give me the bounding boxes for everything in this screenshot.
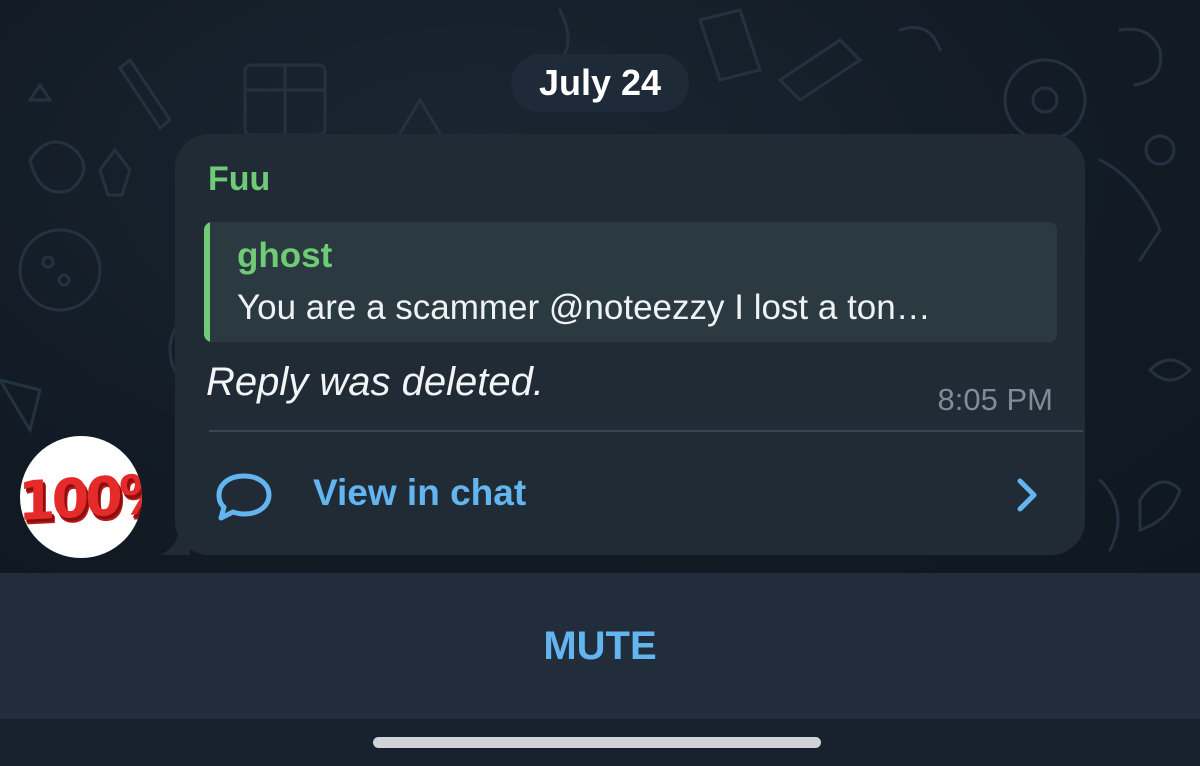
date-separator: July 24 bbox=[511, 54, 689, 112]
message-text: Reply was deleted. bbox=[206, 360, 544, 404]
chat-bubble-icon bbox=[216, 473, 272, 521]
mute-button[interactable]: MUTE bbox=[0, 573, 1200, 719]
home-indicator[interactable] bbox=[373, 737, 821, 748]
message-time: 8:05 PM bbox=[937, 382, 1053, 417]
chat-background: July 24 Fuu ghost You are a scammer @not… bbox=[0, 0, 1200, 573]
reply-quote[interactable]: ghost You are a scammer @noteezzy I lost… bbox=[204, 222, 1057, 342]
view-in-chat-label: View in chat bbox=[313, 472, 527, 513]
view-in-chat-button[interactable]: View in chat bbox=[175, 432, 1085, 555]
quote-author: ghost bbox=[237, 236, 333, 275]
chevron-right-icon bbox=[1017, 478, 1037, 512]
sender-name[interactable]: Fuu bbox=[208, 160, 270, 199]
system-nav-area bbox=[0, 719, 1200, 766]
channel-bottom-bar: MUTE bbox=[0, 573, 1200, 719]
quote-text: You are a scammer @noteezzy I lost a ton… bbox=[237, 288, 931, 327]
quote-accent-bar bbox=[204, 222, 210, 342]
avatar[interactable]: 100% bbox=[20, 436, 142, 558]
avatar-text: 100% bbox=[20, 462, 142, 533]
message-bubble: Fuu ghost You are a scammer @noteezzy I … bbox=[175, 134, 1085, 555]
